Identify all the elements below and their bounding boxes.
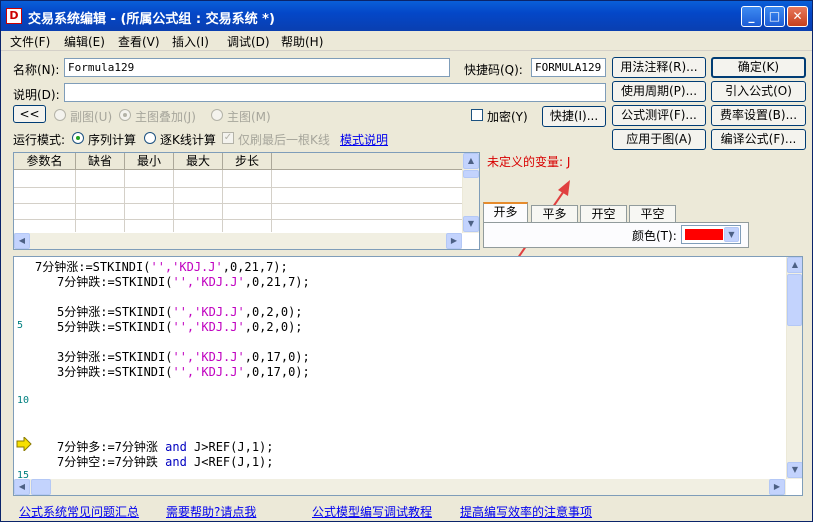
column-divider [222,170,223,232]
shortcut-input[interactable]: FORMULA129 [531,58,606,77]
title-bar[interactable]: D 交易系统编辑 - (所属公式组 : 交易系统 *) _ □ ✕ [1,1,812,31]
import-formula-button[interactable]: 引入公式(O) [711,81,806,102]
tab-close-long[interactable]: 平多 [531,205,578,223]
line-number: 10 [17,395,30,406]
scroll-thumb[interactable] [31,479,51,495]
formula-editor-window: D 交易系统编辑 - (所属公式组 : 交易系统 *) _ □ ✕ 文件(F) … [0,0,813,522]
app-icon: D [6,8,22,24]
table-row[interactable] [14,219,462,220]
code-line[interactable]: 3分钟跌:=STKINDI('','KDJ.J',0,17,0); [57,363,310,380]
color-select[interactable]: ▼ [681,225,741,244]
code-line[interactable]: 7分钟跌:=STKINDI('','KDJ.J',0,21,7); [57,273,310,290]
table-row[interactable] [14,203,462,204]
compile-formula-button[interactable]: 编译公式(F)... [711,129,806,150]
color-label: 颜色(T): [632,229,677,243]
tab-close-short[interactable]: 平空 [629,205,676,223]
scroll-down-icon[interactable]: ▼ [787,462,802,478]
use-period-button[interactable]: 使用周期(P)... [612,81,706,102]
name-input[interactable]: Formula129 [64,58,450,77]
shortcut-label: 快捷码(Q): [464,63,523,77]
description-label: 说明(D): [13,88,60,102]
column-header-default[interactable]: 缺省 [76,153,125,170]
radio-mainchart[interactable] [211,109,223,121]
editor-vscroll[interactable]: ▲ ▼ [786,257,802,479]
radio-sequential-label: 序列计算 [88,133,137,147]
help-link[interactable]: 需要帮助?请点我 [166,503,256,520]
parameter-table[interactable]: 参数名 缺省 最小 最大 步长 ▲ ▼ ◀ ▶ [13,152,480,250]
scroll-down-icon[interactable]: ▼ [463,216,479,232]
scroll-right-icon[interactable]: ▶ [769,479,785,495]
column-header-param-name[interactable]: 参数名 [14,153,76,170]
scroll-thumb[interactable] [463,170,479,178]
scroll-thumb[interactable] [787,274,802,326]
column-divider [271,170,272,232]
signal-tab-panel: 颜色(T): ▼ [483,222,749,248]
column-divider [173,170,174,232]
radio-subchart[interactable] [54,109,66,121]
window-title: 交易系统编辑 - (所属公式组 : 交易系统 *) [28,12,275,27]
fee-settings-button[interactable]: 费率设置(B)... [711,105,806,126]
menu-debug[interactable]: 调试(D) [227,33,270,50]
run-mode-label: 运行模式: [13,133,66,147]
formula-test-button[interactable]: 公式测评(F)... [612,105,706,126]
parameter-table-vscroll[interactable]: ▲ ▼ [462,153,479,233]
column-header-step[interactable]: 步长 [223,153,272,170]
tutorial-link[interactable]: 公式模型编写调试教程 [312,503,432,520]
scroll-right-icon[interactable]: ▶ [446,233,462,249]
radio-sequential[interactable] [72,132,84,144]
chevron-down-icon[interactable]: ▼ [724,227,739,242]
code-line[interactable]: 5分钟跌:=STKINDI('','KDJ.J',0,2,0); [57,318,303,335]
maximize-button[interactable]: □ [764,6,785,27]
encrypt-checkbox[interactable] [471,109,483,121]
code-editor[interactable]: 5 10 15 7分钟涨:=STKINDI('','KDJ.J',0,21,7)… [13,256,803,496]
column-header-min[interactable]: 最小 [125,153,174,170]
mode-help-link[interactable]: 模式说明 [340,131,388,148]
name-label: 名称(N): [13,63,60,77]
column-divider [124,170,125,232]
scroll-up-icon[interactable]: ▲ [787,257,802,273]
column-divider [75,170,76,232]
tab-open-long[interactable]: 开多 [483,202,528,223]
menu-bar: 文件(F) 编辑(E) 查看(V) 插入(I) 调试(D) 帮助(H) [1,31,812,51]
menu-edit[interactable]: 编辑(E) [64,33,105,50]
current-line-arrow-icon [16,437,32,451]
scroll-left-icon[interactable]: ◀ [14,479,30,495]
editor-gutter: 5 10 15 [14,257,35,481]
apply-to-chart-button[interactable]: 应用于图(A) [612,129,706,150]
color-swatch [685,229,723,240]
undefined-variable-message: 未定义的变量: J [487,155,571,169]
close-button[interactable]: ✕ [787,6,808,27]
tab-open-short[interactable]: 开空 [580,205,627,223]
code-line[interactable]: 7分钟空:=7分钟跌 and J<REF(J,1); [57,453,274,470]
scroll-left-icon[interactable]: ◀ [14,233,30,249]
usage-notes-button[interactable]: 用法注释(R)... [612,57,706,78]
collapse-button[interactable]: << [13,105,46,123]
column-header-max[interactable]: 最大 [174,153,223,170]
menu-insert[interactable]: 插入(I) [172,33,209,50]
lastbar-label: 仅刷最后一根K线 [238,133,330,147]
menu-file[interactable]: 文件(F) [10,33,50,50]
efficiency-tips-link[interactable]: 提高编写效率的注意事项 [460,503,592,520]
editor-hscroll[interactable]: ◀ ▶ [14,479,786,495]
radio-overlay-label: 主图叠加(J) [135,110,196,124]
radio-perbar[interactable] [144,132,156,144]
menu-help[interactable]: 帮助(H) [281,33,323,50]
quick-button[interactable]: 快捷(I)... [542,106,606,127]
radio-overlay[interactable] [119,109,131,121]
lastbar-checkbox[interactable]: ✓ [222,132,234,144]
line-number: 5 [17,320,24,331]
description-input[interactable] [64,83,606,102]
radio-subchart-label: 副图(U) [70,110,113,124]
scroll-up-icon[interactable]: ▲ [463,153,479,169]
ok-button[interactable]: 确定(K) [711,57,806,78]
parameter-table-hscroll[interactable]: ◀ ▶ [14,233,462,249]
faq-link[interactable]: 公式系统常见问题汇总 [19,503,139,520]
table-row[interactable] [14,187,462,188]
radio-perbar-label: 逐K线计算 [160,133,216,147]
menu-view[interactable]: 查看(V) [118,33,160,50]
minimize-button[interactable]: _ [741,6,762,27]
parameter-table-header: 参数名 缺省 最小 最大 步长 [14,153,462,170]
encrypt-label: 加密(Y) [487,110,528,124]
radio-mainchart-label: 主图(M) [227,110,271,124]
